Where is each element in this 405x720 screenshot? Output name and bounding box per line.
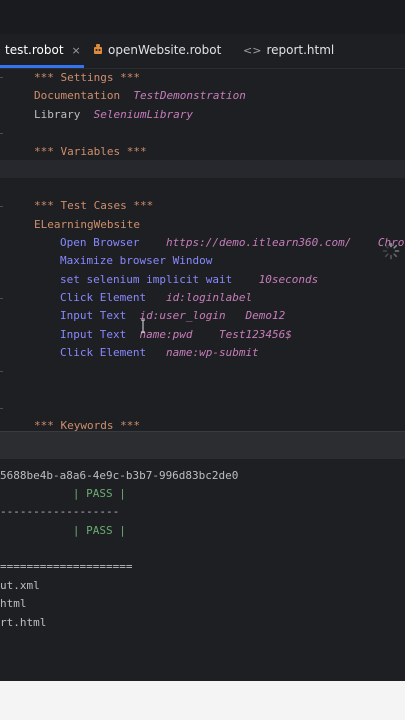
step-click-submit: Click Element name:wp-submit [60,344,259,362]
current-line-highlight [0,160,405,178]
documentation-key: Documentation [34,89,121,102]
step-keyword: Click Element [60,346,147,359]
close-icon[interactable]: × [72,44,81,57]
console-line: rt.html [0,616,47,629]
step-open-browser: Open Browser https://demo.itlearn360.com… [60,234,404,252]
gutter-mark [0,298,3,299]
console-line: html [0,597,27,610]
settings-section-header: *** Settings *** [34,71,140,84]
robot-file-icon [94,44,102,54]
run-console-output: 5688be4b-a8a6-4e9c-b3b7-996d83bc2de0 | P… [0,459,405,681]
step-argument: name:pwd [139,328,193,341]
bottom-blank-area [0,681,405,720]
step-argument: Test123456$ [218,328,292,341]
tab-label: test.robot [5,43,64,57]
tab-label: report.html [266,43,335,57]
documentation-line: Documentation TestDemonstration [34,87,246,105]
library-value: SeleniumLibrary [93,108,193,121]
tab-report-html[interactable]: <> report.html [243,34,334,68]
loading-spinner-icon [382,242,400,260]
documentation-value: TestDemonstration [133,89,246,102]
test-case-name: ELearningWebsite [34,218,140,231]
gutter-mark [0,206,3,207]
tab-openwebsite-robot[interactable]: openWebsite.robot [92,34,221,68]
console-pass-line: | PASS | [0,524,126,537]
step-argument: 10seconds [258,273,319,286]
editor-tabs: test.robot × openWebsite.robot <> report.h… [0,34,405,69]
tab-label: openWebsite.robot [108,43,222,57]
step-argument: name:wp-submit [165,346,259,359]
step-implicit-wait: set selenium implicit wait 10seconds [60,271,318,289]
active-tab-indicator [0,65,84,68]
step-argument: id:loginlabel [165,291,253,304]
title-bar [0,0,405,34]
console-line: ut.xml [0,579,40,592]
testcases-section-header: *** Test Cases *** [34,199,154,212]
run-panel-header[interactable] [0,431,405,460]
step-keyword: Input Text [60,309,127,322]
step-click-login: Click Element id:loginlabel [60,289,252,307]
step-input-user: Input Text id:user_login Demo12 [60,307,285,325]
console-pass-line: | PASS | [0,487,126,500]
gutter-mark [0,133,3,134]
step-keyword: Maximize browser Window [60,254,213,267]
step-input-password: Input Text name:pwd Test123456$ [60,326,292,344]
html-file-icon: <> [243,44,262,57]
library-key: Library [34,108,81,121]
step-argument: https://demo.itlearn360.com/ [165,236,352,249]
step-keyword: Input Text [60,328,127,341]
step-argument: id:user_login [139,309,226,322]
gutter-mark [0,371,3,372]
variables-section-header: *** Variables *** [34,145,147,158]
step-keyword: Open Browser [60,236,140,249]
text-cursor-icon [141,319,145,333]
ide-window: test.robot × openWebsite.robot <> report.h… [0,0,405,720]
step-argument: Demo12 [245,309,286,322]
step-keyword: Click Element [60,291,147,304]
gutter-mark [0,77,3,78]
console-line: 5688be4b-a8a6-4e9c-b3b7-996d83bc2de0 [0,469,239,482]
step-keyword: set selenium implicit wait [60,273,233,286]
tab-test-robot[interactable]: test.robot × [5,34,81,68]
console-line: ------------------ [0,505,120,518]
library-line: Library SeleniumLibrary [34,106,193,124]
code-editor[interactable]: *** Settings *** Documentation TestDemon… [0,69,405,432]
gutter-mark [0,408,3,409]
step-maximize-window: Maximize browser Window [60,252,212,270]
console-line: ==================== [0,560,133,573]
